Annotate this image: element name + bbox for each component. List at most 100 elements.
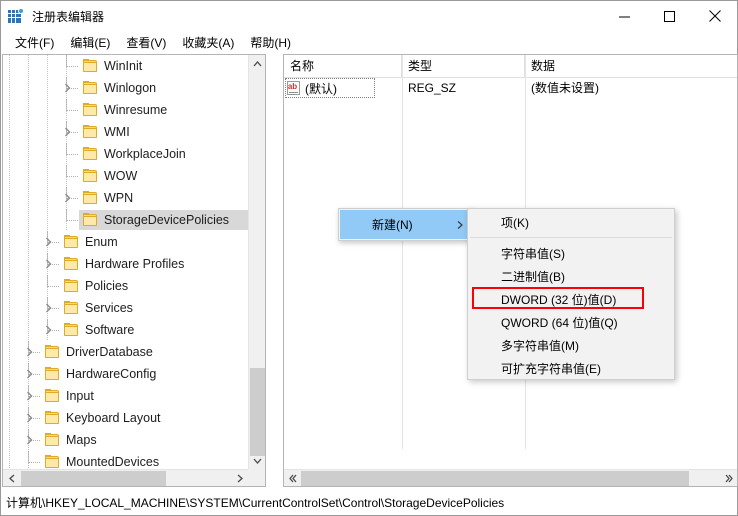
tree-item-label: DriverDatabase xyxy=(66,345,153,359)
folder-icon xyxy=(83,103,99,117)
close-button[interactable] xyxy=(692,1,737,31)
tree-item-policies[interactable]: Policies xyxy=(3,275,248,297)
menu-help[interactable]: 帮助(H) xyxy=(242,32,299,53)
registry-tree[interactable]: WinInit Winlogon Winresume WMI WorkplaceJoin… xyxy=(3,55,248,469)
tree-item-mounteddevices[interactable]: MountedDevices xyxy=(3,451,248,469)
value-type-cell: REG_SZ xyxy=(408,81,457,95)
value-name-cell[interactable]: ab (默认) xyxy=(285,78,375,98)
tree-item-label: HardwareConfig xyxy=(66,367,157,381)
menu-file[interactable]: 文件(F) xyxy=(7,32,62,53)
list-horizontal-scrollbar[interactable] xyxy=(284,469,737,486)
folder-icon xyxy=(45,433,61,447)
menu-item-new-key[interactable]: 项(K) xyxy=(468,211,674,234)
context-menu-item-new[interactable]: 新建(N) xyxy=(340,210,473,239)
chevron-right-icon[interactable] xyxy=(42,253,54,275)
tree-item-label: WOW xyxy=(104,169,138,183)
column-header-data[interactable]: 数据 xyxy=(525,55,737,77)
scroll-right-arrow[interactable] xyxy=(231,470,248,486)
scroll-left-arrow[interactable] xyxy=(3,470,20,486)
folder-icon xyxy=(64,279,80,293)
folder-icon xyxy=(83,81,99,95)
tree-item-keyboard-layout[interactable]: Keyboard Layout xyxy=(3,407,248,429)
registry-tree-panel: WinInit Winlogon Winresume WMI WorkplaceJoin… xyxy=(2,54,266,487)
menu-bar: 文件(F) 编辑(E) 查看(V) 收藏夹(A) 帮助(H) xyxy=(1,31,737,53)
list-column-headers: 名称 类型 数据 xyxy=(284,55,737,78)
folder-icon xyxy=(64,257,80,271)
folder-icon xyxy=(83,169,99,183)
menu-item-new-dword-value[interactable]: DWORD (32 位)值(D) xyxy=(468,288,674,311)
list-scrollbar-thumb-horizontal[interactable] xyxy=(301,471,689,486)
context-menu-item-new-label: 新建(N) xyxy=(372,218,413,232)
value-name-text: (默认) xyxy=(305,81,337,96)
window-controls xyxy=(602,1,737,31)
maximize-button[interactable] xyxy=(647,1,692,31)
scroll-up-arrow[interactable] xyxy=(249,55,265,72)
minimize-button[interactable] xyxy=(602,1,647,31)
tree-item-label: WinInit xyxy=(104,59,143,73)
tree-item-enum[interactable]: Enum xyxy=(3,231,248,253)
chevron-right-icon[interactable] xyxy=(61,77,73,99)
tree-item-wow[interactable]: WOW xyxy=(3,165,248,187)
table-row[interactable]: ab (默认) REG_SZ (数值未设置) xyxy=(284,77,737,99)
chevron-right-icon[interactable] xyxy=(42,319,54,341)
tree-item-maps[interactable]: Maps xyxy=(3,429,248,451)
folder-icon xyxy=(83,59,99,73)
registry-editor-icon xyxy=(8,8,24,24)
chevron-right-icon[interactable] xyxy=(23,385,35,407)
folder-icon xyxy=(83,191,99,205)
tree-item-hardwareconfig[interactable]: HardwareConfig xyxy=(3,363,248,385)
tree-item-wpn[interactable]: WPN xyxy=(3,187,248,209)
folder-icon xyxy=(45,389,61,403)
menu-item-new-multi-string-value[interactable]: 多字符串值(M) xyxy=(468,334,674,357)
list-scroll-right-arrow[interactable] xyxy=(720,470,737,486)
menu-item-new-string-value[interactable]: 字符串值(S) xyxy=(468,242,674,265)
tree-vertical-scrollbar[interactable] xyxy=(248,55,265,469)
scrollbar-thumb-vertical[interactable] xyxy=(250,368,265,456)
menu-separator xyxy=(470,237,672,238)
tree-item-input[interactable]: Input xyxy=(3,385,248,407)
tree-item-driverdatabase[interactable]: DriverDatabase xyxy=(3,341,248,363)
chevron-right-icon[interactable] xyxy=(61,187,73,209)
tree-item-winresume[interactable]: Winresume xyxy=(3,99,248,121)
tree-item-label: WMI xyxy=(104,125,130,139)
menu-item-new-qword-value[interactable]: QWORD (64 位)值(Q) xyxy=(468,311,674,334)
folder-icon xyxy=(45,367,61,381)
tree-item-wininit[interactable]: WinInit xyxy=(3,55,248,77)
tree-horizontal-scrollbar[interactable] xyxy=(3,469,248,486)
tree-item-workplacejoin[interactable]: WorkplaceJoin xyxy=(3,143,248,165)
menu-edit[interactable]: 编辑(E) xyxy=(62,32,118,53)
column-header-type[interactable]: 类型 xyxy=(402,55,525,77)
tree-item-label: Keyboard Layout xyxy=(66,411,161,425)
chevron-right-icon[interactable] xyxy=(42,231,54,253)
tree-item-wmi[interactable]: WMI xyxy=(3,121,248,143)
tree-item-label: Input xyxy=(66,389,94,403)
chevron-right-icon[interactable] xyxy=(42,297,54,319)
tree-item-winlogon[interactable]: Winlogon xyxy=(3,77,248,99)
chevron-right-icon[interactable] xyxy=(61,121,73,143)
tree-item-storagedevicepolicies[interactable]: StorageDevicePolicies xyxy=(3,209,248,231)
folder-icon xyxy=(45,411,61,425)
menu-item-new-binary-value[interactable]: 二进制值(B) xyxy=(468,265,674,288)
context-menu-new: 新建(N) xyxy=(338,208,473,241)
value-data-cell: (数值未设置) xyxy=(531,81,599,95)
tree-item-label: Software xyxy=(85,323,135,337)
chevron-right-icon[interactable] xyxy=(23,429,35,451)
folder-icon xyxy=(64,235,80,249)
scrollbar-thumb-horizontal[interactable] xyxy=(21,471,166,486)
tree-item-label: WorkplaceJoin xyxy=(104,147,186,161)
tree-item-label: Policies xyxy=(85,279,129,293)
tree-item-services[interactable]: Services xyxy=(3,297,248,319)
list-scroll-left-arrow[interactable] xyxy=(284,470,301,486)
chevron-right-icon[interactable] xyxy=(23,363,35,385)
tree-item-software[interactable]: Software xyxy=(3,319,248,341)
tree-item-label: Winlogon xyxy=(104,81,157,95)
chevron-right-icon[interactable] xyxy=(23,407,35,429)
tree-item-hardware-profiles[interactable]: Hardware Profiles xyxy=(3,253,248,275)
column-header-name[interactable]: 名称 xyxy=(284,55,402,77)
menu-favorites[interactable]: 收藏夹(A) xyxy=(174,32,242,53)
menu-view[interactable]: 查看(V) xyxy=(118,32,174,53)
menu-item-new-expandable-string-value[interactable]: 可扩充字符串值(E) xyxy=(468,357,674,380)
tree-item-label: Hardware Profiles xyxy=(85,257,185,271)
chevron-right-icon[interactable] xyxy=(23,341,35,363)
scroll-down-arrow[interactable] xyxy=(249,452,265,469)
